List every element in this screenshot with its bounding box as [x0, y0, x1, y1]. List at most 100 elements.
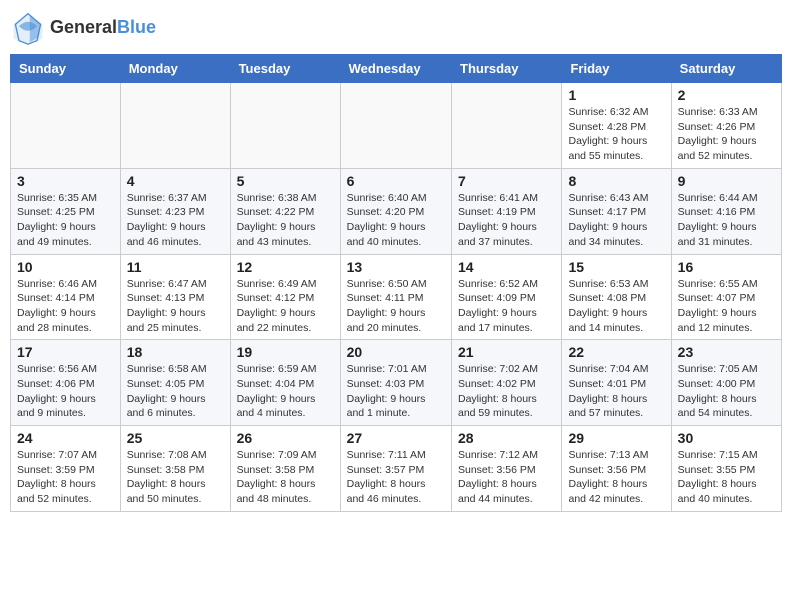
- day-info: Sunrise: 6:44 AM Sunset: 4:16 PM Dayligh…: [678, 191, 775, 250]
- calendar-week-row: 10 Sunrise: 6:46 AM Sunset: 4:14 PM Dayli…: [11, 254, 782, 340]
- weekday-header: Sunday: [11, 55, 121, 83]
- day-info: Sunrise: 7:11 AM Sunset: 3:57 PM Dayligh…: [347, 448, 445, 507]
- calendar-cell: 8 Sunrise: 6:43 AM Sunset: 4:17 PM Daylig…: [562, 168, 671, 254]
- day-info: Sunrise: 6:46 AM Sunset: 4:14 PM Dayligh…: [17, 277, 114, 336]
- calendar-cell: [11, 83, 121, 169]
- day-number: 22: [568, 344, 664, 360]
- calendar-cell: 3 Sunrise: 6:35 AM Sunset: 4:25 PM Daylig…: [11, 168, 121, 254]
- day-info: Sunrise: 6:47 AM Sunset: 4:13 PM Dayligh…: [127, 277, 224, 336]
- day-number: 2: [678, 87, 775, 103]
- weekday-header: Friday: [562, 55, 671, 83]
- day-info: Sunrise: 6:38 AM Sunset: 4:22 PM Dayligh…: [237, 191, 334, 250]
- calendar-cell: 14 Sunrise: 6:52 AM Sunset: 4:09 PM Dayli…: [452, 254, 562, 340]
- page-header: GeneralBlue: [10, 10, 782, 46]
- calendar-week-row: 24 Sunrise: 7:07 AM Sunset: 3:59 PM Dayli…: [11, 426, 782, 512]
- day-number: 18: [127, 344, 224, 360]
- day-number: 13: [347, 259, 445, 275]
- calendar-cell: 15 Sunrise: 6:53 AM Sunset: 4:08 PM Dayli…: [562, 254, 671, 340]
- day-info: Sunrise: 6:33 AM Sunset: 4:26 PM Dayligh…: [678, 105, 775, 164]
- day-number: 4: [127, 173, 224, 189]
- weekday-header: Tuesday: [230, 55, 340, 83]
- calendar-cell: 21 Sunrise: 7:02 AM Sunset: 4:02 PM Dayli…: [452, 340, 562, 426]
- day-info: Sunrise: 6:53 AM Sunset: 4:08 PM Dayligh…: [568, 277, 664, 336]
- calendar-cell: 2 Sunrise: 6:33 AM Sunset: 4:26 PM Daylig…: [671, 83, 781, 169]
- calendar-cell: 1 Sunrise: 6:32 AM Sunset: 4:28 PM Daylig…: [562, 83, 671, 169]
- day-number: 26: [237, 430, 334, 446]
- day-info: Sunrise: 6:37 AM Sunset: 4:23 PM Dayligh…: [127, 191, 224, 250]
- day-info: Sunrise: 6:35 AM Sunset: 4:25 PM Dayligh…: [17, 191, 114, 250]
- day-info: Sunrise: 7:07 AM Sunset: 3:59 PM Dayligh…: [17, 448, 114, 507]
- calendar-cell: 4 Sunrise: 6:37 AM Sunset: 4:23 PM Daylig…: [120, 168, 230, 254]
- calendar-cell: 13 Sunrise: 6:50 AM Sunset: 4:11 PM Dayli…: [340, 254, 451, 340]
- day-info: Sunrise: 6:59 AM Sunset: 4:04 PM Dayligh…: [237, 362, 334, 421]
- calendar-cell: 28 Sunrise: 7:12 AM Sunset: 3:56 PM Dayli…: [452, 426, 562, 512]
- day-number: 8: [568, 173, 664, 189]
- day-number: 10: [17, 259, 114, 275]
- calendar-table: SundayMondayTuesdayWednesdayThursdayFrid…: [10, 54, 782, 512]
- day-info: Sunrise: 6:50 AM Sunset: 4:11 PM Dayligh…: [347, 277, 445, 336]
- weekday-header: Thursday: [452, 55, 562, 83]
- calendar-cell: 17Sunrise: 6:56 AM Sunset: 4:06 PM Dayli…: [11, 340, 121, 426]
- day-number: 15: [568, 259, 664, 275]
- calendar-cell: [230, 83, 340, 169]
- logo: GeneralBlue: [10, 10, 156, 46]
- day-info: Sunrise: 6:32 AM Sunset: 4:28 PM Dayligh…: [568, 105, 664, 164]
- day-number: 23: [678, 344, 775, 360]
- day-number: 27: [347, 430, 445, 446]
- day-info: Sunrise: 7:12 AM Sunset: 3:56 PM Dayligh…: [458, 448, 555, 507]
- calendar-cell: 10 Sunrise: 6:46 AM Sunset: 4:14 PM Dayli…: [11, 254, 121, 340]
- calendar-cell: 23 Sunrise: 7:05 AM Sunset: 4:00 PM Dayli…: [671, 340, 781, 426]
- logo-text: GeneralBlue: [50, 18, 156, 38]
- calendar-cell: 7Sunrise: 6:41 AM Sunset: 4:19 PM Daylig…: [452, 168, 562, 254]
- calendar-cell: 30 Sunrise: 7:15 AM Sunset: 3:55 PM Dayli…: [671, 426, 781, 512]
- day-number: 19: [237, 344, 334, 360]
- day-number: 3: [17, 173, 114, 189]
- day-info: Sunrise: 6:56 AM Sunset: 4:06 PM Dayligh…: [17, 362, 114, 421]
- day-info: Sunrise: 7:13 AM Sunset: 3:56 PM Dayligh…: [568, 448, 664, 507]
- day-info: Sunrise: 7:05 AM Sunset: 4:00 PM Dayligh…: [678, 362, 775, 421]
- day-info: Sunrise: 7:02 AM Sunset: 4:02 PM Dayligh…: [458, 362, 555, 421]
- calendar-cell: 9 Sunrise: 6:44 AM Sunset: 4:16 PM Daylig…: [671, 168, 781, 254]
- day-number: 5: [237, 173, 334, 189]
- weekday-header: Monday: [120, 55, 230, 83]
- day-info: Sunrise: 7:15 AM Sunset: 3:55 PM Dayligh…: [678, 448, 775, 507]
- day-number: 16: [678, 259, 775, 275]
- day-number: 20: [347, 344, 445, 360]
- calendar-week-row: 3 Sunrise: 6:35 AM Sunset: 4:25 PM Daylig…: [11, 168, 782, 254]
- calendar-cell: 11 Sunrise: 6:47 AM Sunset: 4:13 PM Dayli…: [120, 254, 230, 340]
- day-info: Sunrise: 6:43 AM Sunset: 4:17 PM Dayligh…: [568, 191, 664, 250]
- day-number: 1: [568, 87, 664, 103]
- calendar-cell: 5 Sunrise: 6:38 AM Sunset: 4:22 PM Daylig…: [230, 168, 340, 254]
- weekday-header: Wednesday: [340, 55, 451, 83]
- weekday-header-row: SundayMondayTuesdayWednesdayThursdayFrid…: [11, 55, 782, 83]
- calendar-cell: 22 Sunrise: 7:04 AM Sunset: 4:01 PM Dayli…: [562, 340, 671, 426]
- calendar-cell: 6Sunrise: 6:40 AM Sunset: 4:20 PM Daylig…: [340, 168, 451, 254]
- calendar-cell: 12 Sunrise: 6:49 AM Sunset: 4:12 PM Dayli…: [230, 254, 340, 340]
- logo-general: General: [50, 17, 117, 37]
- day-info: Sunrise: 6:52 AM Sunset: 4:09 PM Dayligh…: [458, 277, 555, 336]
- day-number: 14: [458, 259, 555, 275]
- day-info: Sunrise: 6:55 AM Sunset: 4:07 PM Dayligh…: [678, 277, 775, 336]
- calendar-cell: [340, 83, 451, 169]
- calendar-cell: 24 Sunrise: 7:07 AM Sunset: 3:59 PM Dayli…: [11, 426, 121, 512]
- day-number: 24: [17, 430, 114, 446]
- day-number: 11: [127, 259, 224, 275]
- day-info: Sunrise: 6:58 AM Sunset: 4:05 PM Dayligh…: [127, 362, 224, 421]
- calendar-cell: 19 Sunrise: 6:59 AM Sunset: 4:04 PM Dayli…: [230, 340, 340, 426]
- day-info: Sunrise: 6:49 AM Sunset: 4:12 PM Dayligh…: [237, 277, 334, 336]
- day-number: 12: [237, 259, 334, 275]
- calendar-cell: 29Sunrise: 7:13 AM Sunset: 3:56 PM Dayli…: [562, 426, 671, 512]
- logo-blue: Blue: [117, 17, 156, 37]
- day-info: Sunrise: 7:04 AM Sunset: 4:01 PM Dayligh…: [568, 362, 664, 421]
- day-info: Sunrise: 7:01 AM Sunset: 4:03 PM Dayligh…: [347, 362, 445, 421]
- day-number: 30: [678, 430, 775, 446]
- day-number: 21: [458, 344, 555, 360]
- logo-icon: [10, 10, 46, 46]
- day-number: 9: [678, 173, 775, 189]
- calendar-cell: 25Sunrise: 7:08 AM Sunset: 3:58 PM Dayli…: [120, 426, 230, 512]
- calendar-cell: 18 Sunrise: 6:58 AM Sunset: 4:05 PM Dayli…: [120, 340, 230, 426]
- day-info: Sunrise: 6:41 AM Sunset: 4:19 PM Dayligh…: [458, 191, 555, 250]
- calendar-week-row: 17Sunrise: 6:56 AM Sunset: 4:06 PM Dayli…: [11, 340, 782, 426]
- calendar-week-row: 1 Sunrise: 6:32 AM Sunset: 4:28 PM Daylig…: [11, 83, 782, 169]
- day-number: 28: [458, 430, 555, 446]
